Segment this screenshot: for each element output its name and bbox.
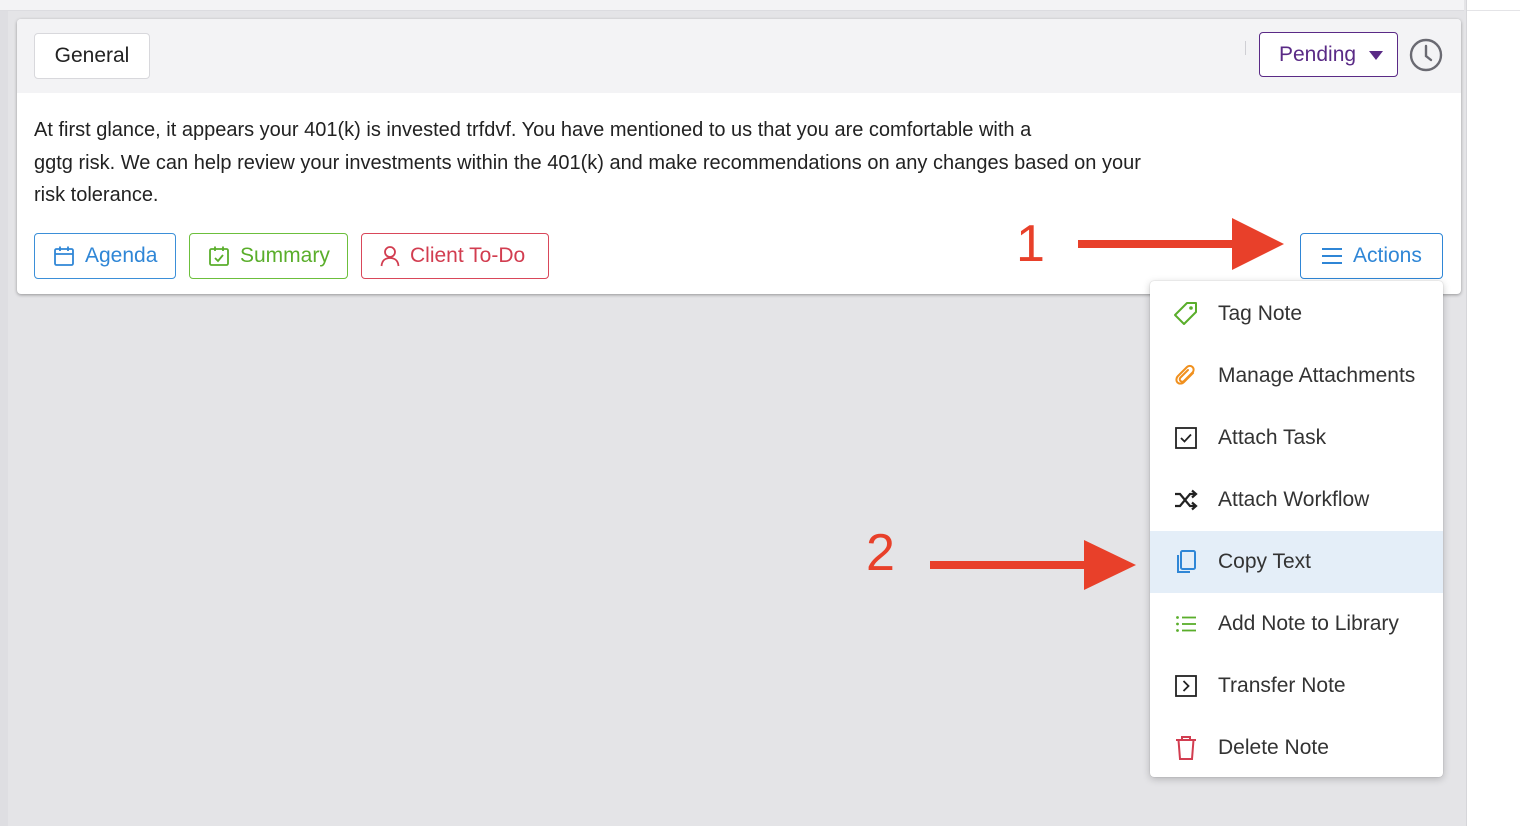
tag-icon — [1172, 300, 1200, 328]
status-dropdown[interactable]: Pending — [1259, 32, 1398, 77]
annotation-arrow-1 — [1078, 218, 1284, 270]
menu-item-label: Delete Note — [1218, 736, 1329, 759]
user-icon — [380, 246, 400, 267]
header-divider — [1245, 41, 1246, 55]
clock-icon[interactable] — [1409, 38, 1443, 72]
actions-label: Actions — [1353, 244, 1422, 267]
paperclip-icon — [1172, 362, 1200, 390]
menu-item-attach-task[interactable]: Attach Task — [1150, 407, 1443, 469]
calendar-icon — [54, 246, 74, 266]
menu-item-label: Attach Workflow — [1218, 488, 1370, 511]
list-icon — [1172, 610, 1200, 638]
menu-item-label: Add Note to Library — [1218, 612, 1399, 635]
menu-item-copy-text[interactable]: Copy Text — [1150, 531, 1443, 593]
annotation-step-2: 2 — [866, 524, 895, 582]
menu-item-add-note-to-library[interactable]: Add Note to Library — [1150, 593, 1443, 655]
hamburger-icon — [1322, 248, 1342, 264]
copy-icon — [1172, 548, 1200, 576]
transfer-icon — [1172, 672, 1200, 700]
summary-label: Summary — [240, 244, 330, 267]
annotation-arrow-2 — [930, 540, 1136, 590]
menu-item-label: Transfer Note — [1218, 674, 1346, 697]
menu-item-label: Tag Note — [1218, 302, 1303, 325]
top-strip — [0, 0, 1464, 11]
note-body: At first glance, it appears your 401(k) … — [34, 114, 1214, 212]
actions-button[interactable]: Actions — [1300, 233, 1443, 279]
menu-item-manage-attachments[interactable]: Manage Attachments — [1150, 345, 1443, 407]
status-value: Pending — [1279, 42, 1357, 66]
note-card-header: General Pending — [17, 19, 1461, 93]
note-line: At first glance, it appears your 401(k) … — [34, 119, 1032, 141]
shuffle-icon — [1172, 486, 1200, 514]
note-line: risk tolerance. — [34, 184, 159, 206]
summary-button[interactable]: Summary — [189, 233, 348, 279]
menu-item-label: Attach Task — [1218, 426, 1327, 449]
client-todo-button[interactable]: Client To-Do — [361, 233, 549, 279]
category-tag[interactable]: General — [34, 33, 150, 79]
client-todo-label: Client To-Do — [410, 244, 526, 267]
actions-menu: Tag Note Manage Attachments Attach Task — [1150, 281, 1443, 777]
calendar-check-icon — [209, 246, 229, 266]
right-panel — [1466, 0, 1520, 826]
menu-item-tag-note[interactable]: Tag Note — [1150, 283, 1443, 345]
annotation-step-1: 1 — [1016, 215, 1045, 273]
trash-icon — [1172, 734, 1200, 762]
right-panel-divider — [1467, 0, 1520, 11]
caret-down-icon — [1369, 51, 1383, 60]
agenda-button[interactable]: Agenda — [34, 233, 176, 279]
checkbox-icon — [1172, 424, 1200, 452]
menu-item-label: Manage Attachments — [1218, 364, 1416, 387]
menu-item-attach-workflow[interactable]: Attach Workflow — [1150, 469, 1443, 531]
menu-item-label: Copy Text — [1218, 550, 1311, 573]
menu-item-transfer-note[interactable]: Transfer Note — [1150, 655, 1443, 717]
menu-item-delete-note[interactable]: Delete Note — [1150, 717, 1443, 779]
agenda-label: Agenda — [85, 244, 158, 267]
left-edge — [0, 11, 8, 826]
note-line: ggtg risk. We can help review your inves… — [34, 151, 1141, 174]
